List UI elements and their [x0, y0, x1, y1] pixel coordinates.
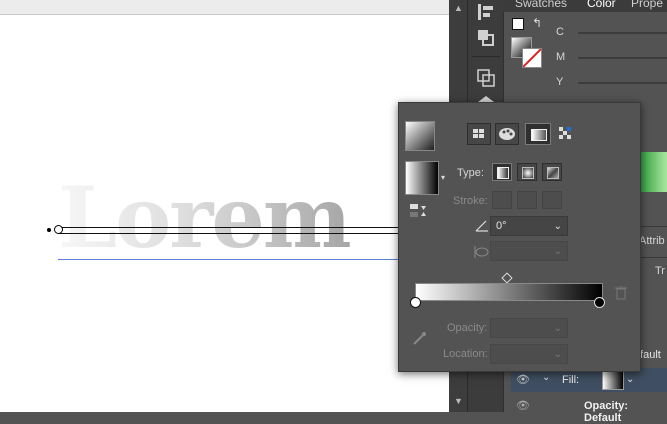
opacity-label: Opacity:: [447, 322, 488, 334]
fill-label: Fill:: [562, 374, 580, 386]
angle-chevron-icon: ⌄: [553, 221, 562, 232]
expand-chevron-icon[interactable]: ⌄: [542, 372, 550, 383]
location-chevron-icon: ⌄: [553, 349, 562, 360]
tab-swatches[interactable]: Swatches: [515, 0, 567, 10]
tab-color[interactable]: Color: [587, 0, 616, 10]
angle-icon: [475, 219, 489, 233]
stroke-along-button: [517, 191, 537, 209]
transform-icon[interactable]: [476, 68, 496, 88]
location-dropdown: ⌄: [490, 344, 568, 364]
radial-gradient-button[interactable]: [517, 163, 537, 181]
pathfinder-icon[interactable]: [476, 28, 496, 48]
slider-label-y: Y: [556, 76, 564, 88]
slider-label-m: M: [556, 51, 566, 63]
scroll-up-arrow[interactable]: ▲: [454, 3, 463, 13]
slider-track-c[interactable]: [578, 32, 667, 34]
angle-value: 0°: [496, 220, 507, 232]
gradient-annotator-origin[interactable]: [54, 225, 63, 234]
gradient-stop-black[interactable]: [594, 297, 605, 308]
visibility-eye-icon[interactable]: 👁: [516, 373, 530, 386]
type-label: Type:: [457, 167, 484, 179]
slider-track-y[interactable]: [578, 82, 667, 84]
aspect-ratio-icon: [473, 245, 489, 259]
opacity-chevron-icon: ⌄: [553, 323, 562, 334]
color-palette-icon[interactable]: [495, 123, 519, 145]
slider-track-m[interactable]: [578, 57, 667, 59]
aspect-ratio-dropdown: ⌄: [490, 241, 568, 261]
gradient-stop-white[interactable]: [410, 297, 421, 308]
gradient-midpoint-diamond[interactable]: [501, 272, 513, 284]
opacity-dropdown: ⌄: [490, 318, 568, 338]
canvas-top-strip: [0, 0, 449, 15]
reverse-gradient-icon[interactable]: [409, 203, 427, 219]
delete-stop-icon: [615, 285, 627, 300]
gradient-annotator-line[interactable]: [58, 227, 398, 228]
slider-label-c: C: [556, 26, 564, 38]
panel-tabs: Swatches Color Prope: [503, 0, 667, 12]
stroke-across-button: [542, 191, 562, 209]
swap-arrow-icon[interactable]: ↰: [532, 16, 542, 30]
fill-dropdown-chevron[interactable]: ⌄: [626, 374, 634, 385]
gradient-annotator-line-lower: [58, 233, 398, 234]
tab-properties[interactable]: Prope: [631, 0, 663, 10]
stroke-swatch-none[interactable]: [522, 48, 542, 68]
aspect-chevron-icon: ⌄: [553, 246, 562, 257]
fill-stroke-swap-icon[interactable]: [512, 18, 524, 30]
transparency-tab[interactable]: Tr: [655, 265, 665, 277]
eyedropper-icon[interactable]: [411, 331, 427, 347]
visibility-eye-icon-2[interactable]: 👁: [516, 399, 530, 412]
angle-dropdown[interactable]: 0° ⌄: [490, 216, 568, 236]
pattern-mode-icon[interactable]: [557, 125, 575, 143]
scroll-down-arrow[interactable]: ▼: [454, 396, 463, 406]
color-spectrum[interactable]: [639, 152, 667, 192]
swatches-mode-icon[interactable]: [467, 123, 491, 145]
gradient-annotator-dot: [47, 228, 51, 232]
gradient-text-lorem[interactable]: Lorem: [58, 176, 352, 260]
location-label: Location:: [443, 348, 488, 360]
gradient-slider-bar[interactable]: [415, 283, 603, 301]
gradient-mode-icon[interactable]: [525, 123, 551, 145]
gradient-dropdown-arrow[interactable]: ▾: [441, 173, 445, 182]
gradient-panel: ▾ Type: Stroke: 0° ⌄ ⌄ Opacity: ⌄ Locati…: [398, 102, 641, 372]
stroke-within-button: [492, 191, 512, 209]
gradient-preview-swatch[interactable]: [405, 121, 435, 151]
freeform-gradient-button[interactable]: [542, 163, 562, 181]
gradient-fill-box[interactable]: [405, 161, 439, 195]
attributes-tab[interactable]: Attrib: [639, 235, 665, 247]
stroke-label: Stroke:: [453, 195, 488, 207]
tool-divider: [472, 56, 500, 57]
fill-gradient-swatch[interactable]: [602, 370, 624, 390]
panel-divider-2: [639, 257, 667, 258]
panel-divider: [639, 226, 667, 227]
linear-gradient-button[interactable]: [492, 163, 512, 181]
opacity-default-label: Opacity: Default: [584, 400, 629, 424]
text-baseline: [58, 259, 398, 260]
align-icon[interactable]: [476, 2, 496, 22]
